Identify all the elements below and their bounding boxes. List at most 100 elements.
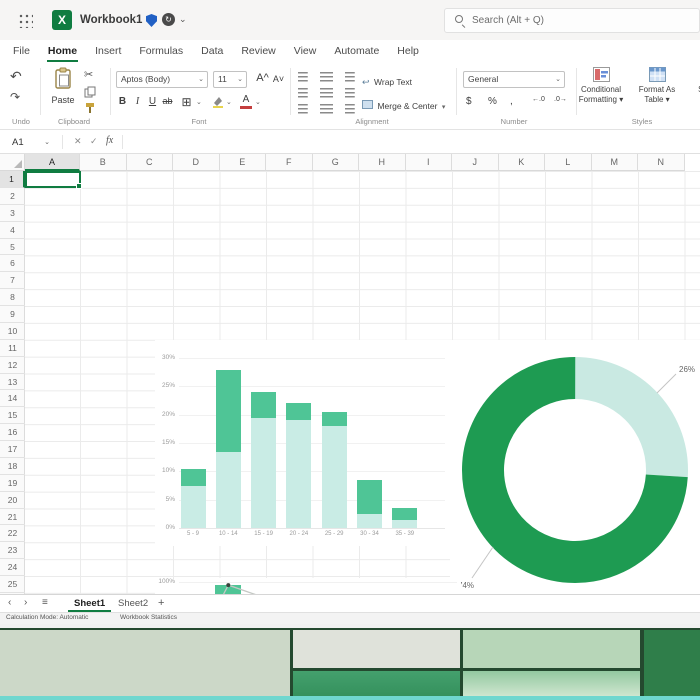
redo-button[interactable]: ↷ <box>10 90 20 104</box>
align-left-icon-1[interactable] <box>298 88 311 98</box>
row-header-14[interactable]: 14 <box>0 390 25 407</box>
fill-color-caret-icon[interactable]: ⌄ <box>226 98 232 106</box>
cut-icon[interactable]: ✂ <box>84 68 93 81</box>
paste-button[interactable]: Paste <box>48 67 78 105</box>
row-header-12[interactable]: 12 <box>0 357 25 374</box>
align-left-icon-0[interactable] <box>298 72 311 82</box>
row-header-11[interactable]: 11 <box>0 340 25 357</box>
font-color-button[interactable]: A <box>240 95 252 109</box>
row-header-20[interactable]: 20 <box>0 492 25 509</box>
name-box[interactable]: A1 ⌄ <box>4 134 54 151</box>
menu-formulas[interactable]: Formulas <box>130 40 192 62</box>
sensitivity-shield-icon[interactable] <box>146 14 157 27</box>
column-header-B[interactable]: B <box>80 154 127 171</box>
row-header-10[interactable]: 10 <box>0 323 25 340</box>
bold-button[interactable]: B <box>116 96 129 107</box>
row-header-24[interactable]: 24 <box>0 559 25 576</box>
row-header-22[interactable]: 22 <box>0 525 25 542</box>
menu-view[interactable]: View <box>285 40 326 62</box>
row-header-9[interactable]: 9 <box>0 306 25 323</box>
row-header-23[interactable]: 23 <box>0 542 25 559</box>
calc-mode-button[interactable]: Calculation Mode: Automatic <box>6 614 88 621</box>
insert-function-button[interactable]: fx <box>106 135 113 146</box>
menu-review[interactable]: Review <box>232 40 284 62</box>
align-right-icon-2[interactable] <box>342 104 355 114</box>
align-right-icon-1[interactable] <box>342 88 355 98</box>
underline-button[interactable]: U <box>146 96 159 107</box>
menu-help[interactable]: Help <box>388 40 428 62</box>
prev-sheet-button[interactable]: ‹ <box>8 597 11 608</box>
column-header-C[interactable]: C <box>127 154 174 171</box>
row-header-1[interactable]: 1 <box>0 171 25 188</box>
column-header-E[interactable]: E <box>220 154 267 171</box>
formula-input[interactable] <box>126 131 700 153</box>
menu-file[interactable]: File <box>4 40 39 62</box>
decrease-decimal-button[interactable]: .0→ <box>554 96 567 103</box>
format-painter-icon[interactable] <box>84 102 96 114</box>
column-header-D[interactable]: D <box>173 154 220 171</box>
row-header-3[interactable]: 3 <box>0 205 25 222</box>
copy-icon[interactable] <box>84 86 96 98</box>
row-header-16[interactable]: 16 <box>0 424 25 441</box>
autosave-status-icon[interactable]: ↻ <box>162 13 175 26</box>
column-header-F[interactable]: F <box>266 154 313 171</box>
search-input[interactable]: Search (Alt + Q) <box>444 8 700 33</box>
menu-data[interactable]: Data <box>192 40 232 62</box>
shrink-font-button[interactable]: A˅ <box>272 74 285 84</box>
cancel-button[interactable]: ✕ <box>74 136 82 147</box>
column-header-K[interactable]: K <box>499 154 546 171</box>
stacked-bar-chart[interactable]: 30%25%20%15%10%5%0% 5 - 910 - 1415 - 192… <box>155 340 451 546</box>
add-sheet-button[interactable]: + <box>158 597 164 609</box>
row-header-18[interactable]: 18 <box>0 458 25 475</box>
column-header-L[interactable]: L <box>545 154 592 171</box>
next-sheet-button[interactable]: › <box>24 597 27 608</box>
font-size-select[interactable]: 11⌄ <box>213 71 247 88</box>
undo-button[interactable]: ↶ <box>10 68 22 85</box>
number-format-select[interactable]: General⌄ <box>463 71 565 88</box>
title-dropdown-caret-icon[interactable]: ⌄ <box>179 14 187 25</box>
column-header-M[interactable]: M <box>592 154 639 171</box>
row-header-13[interactable]: 13 <box>0 374 25 391</box>
column-header-G[interactable]: G <box>313 154 360 171</box>
accounting-format-button[interactable]: $ <box>466 96 472 107</box>
align-center-icon-0[interactable] <box>320 72 333 82</box>
app-launcher-icon[interactable] <box>18 13 33 28</box>
percent-style-button[interactable]: % <box>488 96 497 107</box>
strikethrough-button[interactable]: ab <box>161 96 174 106</box>
menu-automate[interactable]: Automate <box>325 40 388 62</box>
enter-button[interactable]: ✓ <box>90 136 98 147</box>
align-center-icon-2[interactable] <box>320 104 333 114</box>
column-header-H[interactable]: H <box>359 154 406 171</box>
align-center-icon-1[interactable] <box>320 88 333 98</box>
menu-insert[interactable]: Insert <box>86 40 130 62</box>
column-header-I[interactable]: I <box>406 154 453 171</box>
align-left-icon-2[interactable] <box>298 104 311 114</box>
row-header-19[interactable]: 19 <box>0 475 25 492</box>
row-header-15[interactable]: 15 <box>0 407 25 424</box>
conditional-formatting-button[interactable]: Conditional Formatting ▾ <box>570 67 632 105</box>
select-all-button[interactable] <box>0 154 25 171</box>
row-header-7[interactable]: 7 <box>0 272 25 289</box>
font-family-select[interactable]: Aptos (Body)⌄ <box>116 71 208 88</box>
comma-style-button[interactable]: , <box>510 96 513 107</box>
row-header-5[interactable]: 5 <box>0 239 25 256</box>
sheet-list-icon[interactable]: ≡ <box>42 597 48 608</box>
column-header-N[interactable]: N <box>638 154 685 171</box>
sheet-tab-sheet2[interactable]: Sheet2 <box>112 595 154 612</box>
row-header-25[interactable]: 25 <box>0 576 25 593</box>
wrap-text-button[interactable]: ↩ Wrap Text <box>362 72 412 90</box>
row-header-17[interactable]: 17 <box>0 441 25 458</box>
sheet-tab-sheet1[interactable]: Sheet1 <box>68 595 111 612</box>
cell-styles-button[interactable]: Styles ▾ <box>678 67 700 105</box>
menu-home[interactable]: Home <box>39 40 86 62</box>
fill-color-button[interactable] <box>212 95 224 113</box>
increase-decimal-button[interactable]: ←.0 <box>532 96 545 103</box>
excel-logo-icon[interactable]: X <box>52 10 72 30</box>
merge-center-button[interactable]: Merge & Center ▾ <box>362 96 445 114</box>
column-header-J[interactable]: J <box>452 154 499 171</box>
align-right-icon-0[interactable] <box>342 72 355 82</box>
grow-font-button[interactable]: A^ <box>256 72 269 84</box>
font-color-caret-icon[interactable]: ⌄ <box>255 98 261 106</box>
selected-cell-a1[interactable] <box>25 171 81 188</box>
italic-button[interactable]: I <box>131 96 144 107</box>
